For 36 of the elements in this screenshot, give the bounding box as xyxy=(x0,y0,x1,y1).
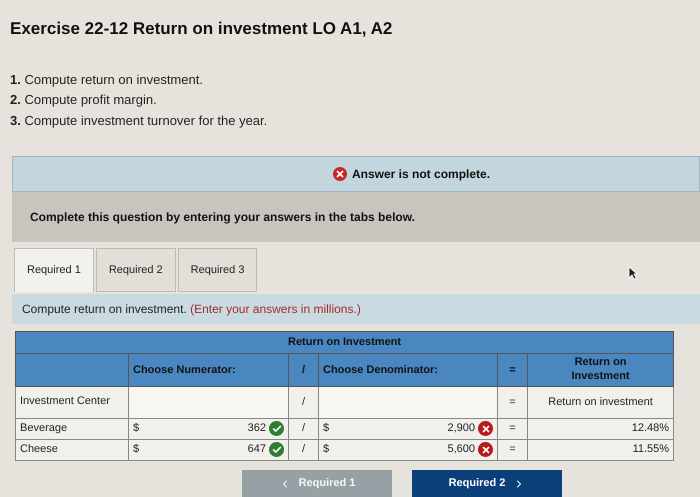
task-item: 1. Compute return on investment. xyxy=(10,70,204,89)
table-cell: = xyxy=(498,418,528,439)
tab[interactable]: Required 2 xyxy=(96,248,176,292)
cursor-icon xyxy=(628,266,638,280)
table-cell: Cheese xyxy=(16,439,128,460)
table-cell: Investment Center xyxy=(16,386,128,418)
denominator-field[interactable] xyxy=(318,386,498,418)
numerator-field[interactable] xyxy=(128,386,288,418)
column-header: Return on Investment xyxy=(528,354,674,386)
denominator-value[interactable]: 2,900 xyxy=(447,420,475,437)
column-header: / xyxy=(288,354,318,386)
table-cell: / xyxy=(288,418,318,439)
column-header: Choose Denominator: xyxy=(318,354,498,386)
numerator-value[interactable]: 362 xyxy=(248,420,266,437)
task-item: 3. Compute investment turnover for the year. xyxy=(10,112,268,130)
prompt-text: Complete this question by entering your answers in the tabs below. xyxy=(30,209,415,226)
table-cell: Beverage xyxy=(16,418,128,439)
tab[interactable]: Required 3 xyxy=(178,248,258,292)
table-cell: = xyxy=(498,386,528,418)
error-icon xyxy=(333,167,347,181)
tab[interactable]: Required 1 xyxy=(14,248,94,292)
numerator-value[interactable]: 647 xyxy=(248,441,266,458)
table-cell: Return on investment xyxy=(528,386,674,418)
table-cell: 12.48% xyxy=(528,418,674,439)
task-item: 2. Compute profit margin. xyxy=(10,91,158,109)
column-header: Choose Numerator: xyxy=(128,354,288,386)
table-cell: 11.55% xyxy=(528,439,674,460)
instruction-text: Compute return on investment. (Enter your answers in millions.) xyxy=(22,301,361,318)
alert-text: Answer is not complete. xyxy=(352,166,490,183)
exercise-title: Exercise 22-12 Return on investment LO A1, A2 xyxy=(10,18,394,40)
column-header: = xyxy=(498,354,528,386)
next-button[interactable]: Required 2 xyxy=(412,470,562,497)
table-title: Return on Investment xyxy=(16,332,674,354)
table-cell: / xyxy=(288,439,318,460)
denominator-value[interactable]: 5,600 xyxy=(447,441,475,458)
table-cell: = xyxy=(498,439,528,460)
